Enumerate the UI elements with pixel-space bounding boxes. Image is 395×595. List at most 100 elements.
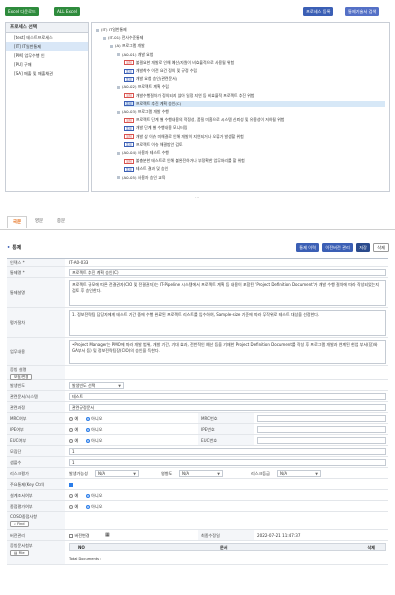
work-textarea[interactable]: •Project Manager는 PMO에 따라 개발 범위, 개발 기간, … bbox=[69, 340, 386, 364]
row-dept: 관련과정 관련규정문서 bbox=[7, 402, 388, 413]
process-item[interactable]: [PM] 업무수행 인 bbox=[6, 51, 88, 60]
risk-likelihood-select[interactable]: N/A ▼ bbox=[95, 470, 139, 477]
tree-control-node[interactable]: 통제 프로젝트 추진 계획 승인(C) bbox=[124, 100, 385, 107]
control-search-button[interactable]: 통제기술서 검색 bbox=[345, 7, 380, 16]
mrc-yes-radio[interactable] bbox=[69, 417, 73, 421]
tree-risk-node[interactable]: 위험 개발수행절차가 정의되지 않아 일정 지연 등 비효율적 프로젝트 추진 위… bbox=[124, 93, 254, 99]
key-control-checkbox[interactable] bbox=[69, 483, 73, 487]
tab-korean[interactable]: 국문 bbox=[7, 216, 27, 228]
tree-node-label: 개발 상 이슈 미해결로 인해 개발이 지연되거나 오류가 발생할 위험 bbox=[135, 133, 244, 139]
dept-input[interactable]: 관련규정문서 bbox=[69, 404, 386, 411]
work-label: 업무내용 bbox=[7, 338, 65, 365]
language-tabs: 국문 영문 중문 bbox=[0, 215, 395, 230]
tree-control-node[interactable]: 통제 테스트 결과 및 승인 bbox=[124, 166, 168, 172]
process-item[interactable]: [PU] 구매 bbox=[6, 60, 88, 69]
test-textarea[interactable]: 1. 정보전략팀 담당자에게 테스트 기간 중에 수행 완료된 프로젝트 리스트… bbox=[69, 310, 386, 336]
tree-risk-node[interactable]: 위험 개발 상 이슈 미해결로 인해 개발이 지연되거나 오류가 발생할 위험 bbox=[124, 134, 244, 140]
euc-yes-radio[interactable] bbox=[69, 439, 73, 443]
modified-value: 2022-07-21 11:47:37 bbox=[257, 533, 301, 538]
coso-label: COSO중점사항 ⌕ Find bbox=[7, 512, 65, 529]
tree-control-node[interactable]: 통제 프로젝트 이슈 해결방안 검토 bbox=[124, 142, 183, 148]
all-excel-button[interactable]: ALL Excel bbox=[54, 7, 80, 16]
ipe-yes-label: 예 bbox=[74, 427, 79, 432]
tree-node-tag: 위험 bbox=[124, 60, 134, 66]
mrc-number-input[interactable] bbox=[257, 415, 386, 422]
index-value: IT-A0-033 bbox=[69, 260, 89, 265]
row-name: 통제명 * 프로젝트 추진 계획 승인(C) bbox=[7, 267, 388, 278]
save-button[interactable]: 저장 bbox=[356, 243, 370, 252]
ipe-number-input[interactable] bbox=[257, 426, 386, 433]
population-input[interactable]: 1 bbox=[69, 448, 386, 455]
tree-node-label: (A) 프로그램 개발 bbox=[115, 43, 145, 49]
design-yes-radio[interactable] bbox=[69, 494, 73, 498]
frequency-select[interactable]: 발생빈도 선택 ▼ bbox=[69, 382, 124, 389]
version-manage-button[interactable]: 이전버전 관리 bbox=[322, 243, 353, 252]
process-item[interactable]: [SA] 매출 및 매출채권 bbox=[6, 69, 88, 78]
search-icon: ⌕ bbox=[14, 522, 17, 526]
gov-no-radio[interactable] bbox=[85, 505, 90, 509]
mrc-no-radio[interactable] bbox=[85, 417, 90, 421]
desc-textarea[interactable]: 프로젝트 규모에 따른 전결권자(CIO 및 전결권자)는 IT-Pipelin… bbox=[69, 280, 386, 306]
name-input[interactable]: 프로젝트 추진 계획 승인(C) bbox=[69, 269, 386, 276]
ipe-yes-radio[interactable] bbox=[69, 428, 73, 432]
tree-control-node[interactable]: 통제 개발 단계 별 수행내용 모니터링 bbox=[124, 125, 187, 131]
row-index: 인덱스 * IT-A0-033 bbox=[7, 259, 388, 267]
ipe-number-label: IPE번호 bbox=[198, 424, 254, 434]
desc-label: 통제설명 bbox=[7, 278, 65, 307]
coso-find-button[interactable]: ⌕ Find bbox=[10, 521, 29, 527]
tree-folder-node[interactable]: (A0-05) 사용자 승인 교육 bbox=[117, 175, 165, 181]
dept-label: 관련과정 bbox=[7, 402, 65, 412]
tree-folder-node[interactable]: (A) 프로그램 개발 bbox=[110, 43, 145, 49]
euc-number-input[interactable] bbox=[257, 437, 386, 444]
process-item[interactable]: [IT] IT일반통제 bbox=[6, 42, 88, 51]
tree-node-label: 개발수행절차가 정의되지 않아 일정 지연 등 비효율적 프로젝트 추진 위험 bbox=[135, 92, 255, 98]
tree-node-label: 프로젝트 추진 계획 승인(C) bbox=[135, 100, 182, 106]
tab-chinese[interactable]: 중문 bbox=[51, 216, 71, 228]
tree-folder-node[interactable]: (IT) IT일반통제 bbox=[96, 27, 127, 33]
control-history-button[interactable]: 통제 이력 bbox=[296, 243, 319, 252]
tree-folder-node[interactable]: (IT-01) 전사수준통제 bbox=[103, 35, 143, 41]
splitter-grip-icon[interactable]: ⋯ bbox=[195, 196, 201, 200]
control-form: 인덱스 * IT-A0-033 통제명 * 프로젝트 추진 계획 승인(C) 통… bbox=[7, 258, 388, 565]
design-no-label: 아니오 bbox=[91, 493, 103, 498]
tree-folder-node[interactable]: (A0-04) 사용자 테스트 수행 bbox=[117, 150, 169, 156]
folder-icon bbox=[110, 44, 113, 48]
tree-risk-node[interactable]: 위험 불필요한 개발로 인해 예산/자원이 비효율적으로 사용될 위험 bbox=[124, 60, 234, 66]
euc-yes-label: 예 bbox=[74, 438, 79, 443]
risk-label: 리스크평가 bbox=[7, 468, 65, 478]
tree-risk-node[interactable]: 위험 불충분한 테스트로 인해 불완전하거나 부정확한 업무처리를 할 위험 bbox=[124, 158, 245, 164]
process-register-button[interactable]: 프로세스 등록 bbox=[303, 7, 334, 16]
tab-english[interactable]: 영문 bbox=[29, 216, 49, 228]
file-label-text: 증빙문서첨부 bbox=[10, 543, 33, 548]
tree-node-label: 프로젝트 단계 별 수행내용의 적정성, 품질 미흡으로 시스템 신뢰성 및 유… bbox=[135, 117, 285, 123]
tree-folder-node[interactable]: (A0-01) 개발 요청 bbox=[117, 52, 153, 58]
ipe-label: IPE여부 bbox=[7, 424, 65, 434]
panel-splitter[interactable]: ⋯ bbox=[5, 196, 390, 200]
tree-node-tag: 통제 bbox=[124, 68, 134, 74]
euc-no-radio[interactable] bbox=[85, 439, 90, 443]
tree-node-label: 불필요한 개발로 인해 예산/자원이 비효율적으로 사용될 위험 bbox=[135, 59, 235, 65]
file-attach-button[interactable]: ▤ File bbox=[10, 550, 29, 556]
tree-control-node[interactable]: 통제 개발착수 이전 요건 정의 및 규정 수립 bbox=[124, 68, 197, 74]
sample-input[interactable]: 1 bbox=[69, 459, 386, 466]
tree-risk-node[interactable]: 위험 프로젝트 단계 별 수행내용의 적정성, 품질 미흡으로 시스템 신뢰성 및… bbox=[124, 117, 284, 123]
ipe-no-radio[interactable] bbox=[85, 428, 90, 432]
excel-download-button[interactable]: Excel 다운로드 bbox=[5, 7, 39, 16]
mrc-number-label: MRC번호 bbox=[198, 413, 254, 423]
tree-folder-node[interactable]: (A0-03) 프로그램 개발 수행 bbox=[117, 109, 169, 115]
risk-impact-select[interactable]: N/A ▼ bbox=[179, 470, 223, 477]
test-label: 평가절차 bbox=[7, 308, 65, 337]
calendar-icon[interactable]: ▦ bbox=[105, 530, 110, 541]
file-col-doc: 문서 bbox=[220, 545, 228, 550]
design-no-radio[interactable] bbox=[85, 494, 90, 498]
risk-grade-select[interactable]: N/A ▼ bbox=[277, 470, 321, 477]
related-input[interactable]: 테스트 bbox=[69, 393, 386, 400]
tree-control-node[interactable]: 통제 개발 요청 승인(관련문서) bbox=[124, 76, 177, 82]
delete-button[interactable]: 삭제 bbox=[373, 243, 389, 252]
mrc-label: MRC여부 bbox=[7, 413, 65, 423]
gov-yes-radio[interactable] bbox=[69, 505, 73, 509]
tree-folder-node[interactable]: (A0-02) 프로젝트 계획 수립 bbox=[117, 84, 169, 90]
mrc-no-label: 아니오 bbox=[91, 416, 103, 421]
process-item[interactable]: [test] 테스트프로세스 bbox=[6, 33, 88, 42]
version-change-checkbox[interactable] bbox=[69, 534, 73, 538]
